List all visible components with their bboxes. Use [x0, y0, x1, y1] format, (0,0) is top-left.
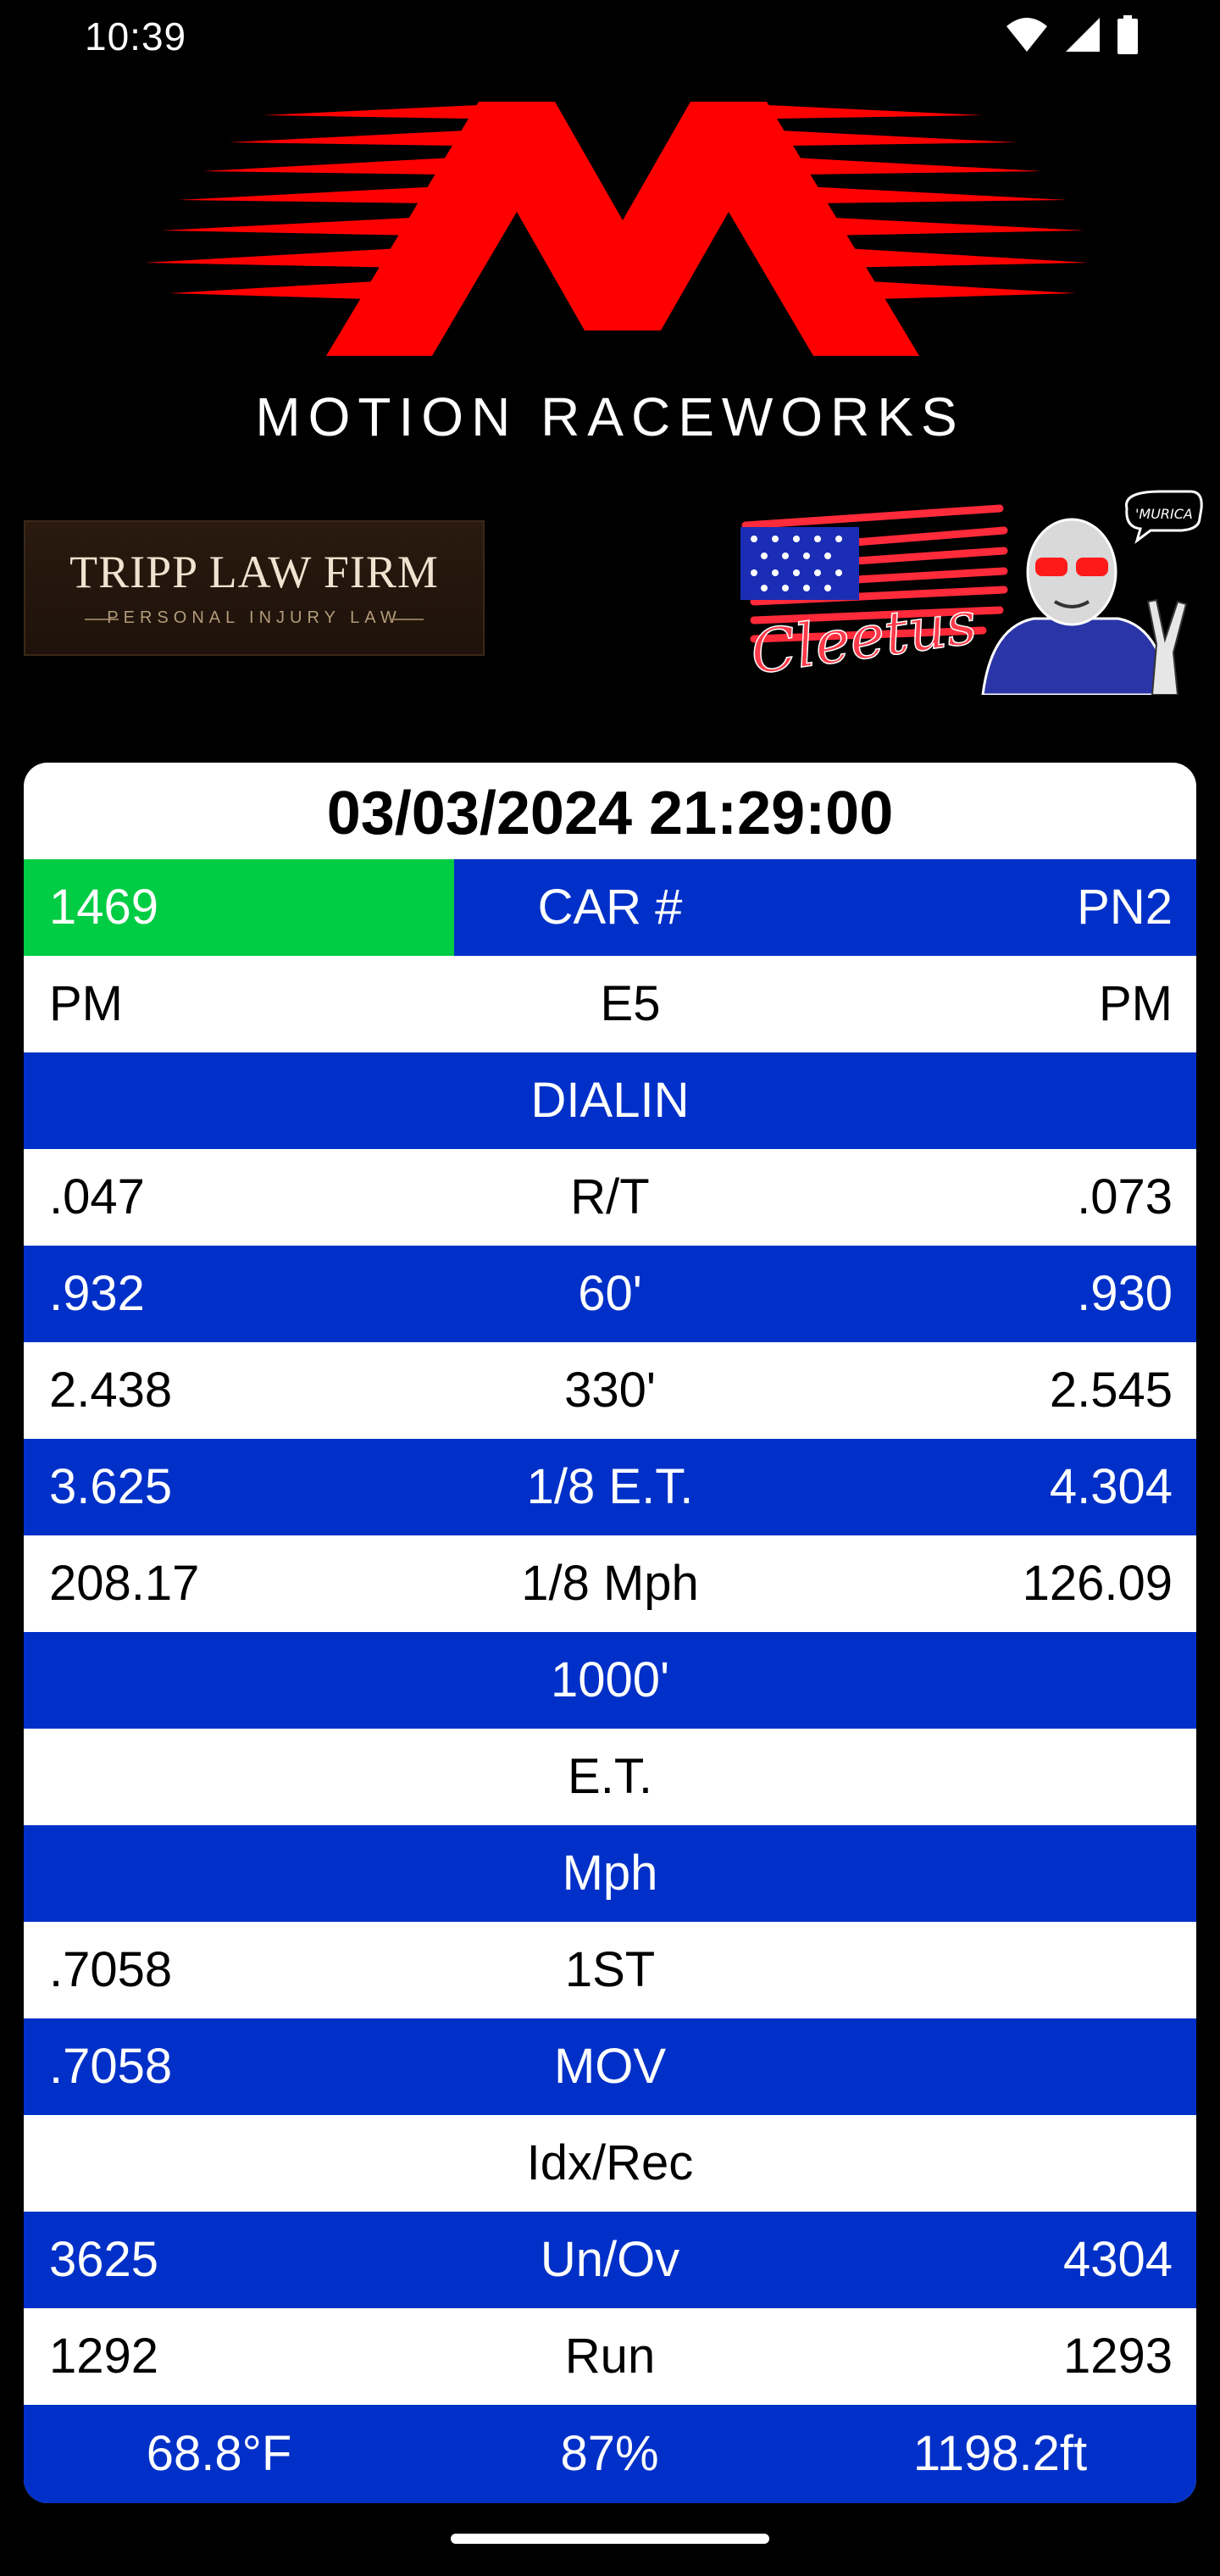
timeslip-datetime: 03/03/2024 21:29:00: [326, 780, 894, 847]
row-label: E5: [600, 976, 661, 1031]
row-60ft: .932 60' .930: [24, 1246, 1196, 1342]
battery-icon: [1117, 15, 1138, 54]
row-car-number: 1469 CAR # PN2: [24, 859, 1196, 956]
weather-footer: 68.8°F 87% 1198.2ft: [24, 2405, 1196, 2503]
row-label: 1/8 Mph: [521, 1556, 699, 1611]
tripp-law-firm-logo: TRIPP LAW FIRM PERSONAL INJURY LAW: [24, 520, 485, 656]
row-label: Un/Ov: [540, 2232, 680, 2287]
row-right-value: 4304: [1062, 2232, 1173, 2287]
row-mph: Mph: [24, 1825, 1196, 1922]
row-label: CAR #: [537, 880, 683, 935]
row-reaction-time: .047 R/T .073: [24, 1149, 1196, 1246]
row-label: Mph: [562, 1846, 658, 1901]
tripp-name: TRIPP LAW FIRM: [69, 547, 439, 597]
home-indicator[interactable]: [451, 2534, 769, 2544]
row-under-over: 3625 Un/Ov 4304: [24, 2212, 1196, 2308]
temperature: 68.8°F: [146, 2426, 292, 2481]
row-right-value: 1293: [1062, 2329, 1173, 2384]
row-label: 1/8 E.T.: [526, 1459, 694, 1514]
cell-signal-icon: [1066, 18, 1100, 52]
row-right-value: PN2: [1077, 880, 1173, 935]
row-right-value: 4.304: [1049, 1459, 1173, 1514]
row-label: E.T.: [568, 1749, 652, 1804]
row-right-value: 126.09: [1022, 1556, 1173, 1611]
row-label: 1ST: [564, 1942, 656, 1997]
row-label: MOV: [553, 2039, 667, 2094]
row-right-value: PM: [1099, 976, 1173, 1031]
status-bar: 10:39: [0, 0, 1220, 76]
row-label: Run: [564, 2329, 656, 2384]
altitude: 1198.2ft: [912, 2426, 1088, 2481]
row-label: 60': [578, 1266, 642, 1321]
status-icons: [1005, 15, 1139, 54]
row-label: 1000': [550, 1652, 670, 1707]
cleetus-logo: Cleetus 'MURICA: [740, 490, 1203, 695]
row-class: PM E5 PM: [24, 956, 1196, 1052]
row-right-value: 2.545: [1049, 1363, 1173, 1418]
row-run: 1292 Run 1293: [24, 2308, 1196, 2405]
wifi-icon: [1006, 18, 1047, 52]
row-et: E.T.: [24, 1729, 1196, 1825]
row-label: R/T: [570, 1169, 650, 1224]
timeslip-card: 03/03/2024 21:29:00 1469 CAR # PN2 PM E5…: [24, 763, 1196, 2503]
row-330ft: 2.438 330' 2.545: [24, 1342, 1196, 1439]
motion-raceworks-wordmark: MOTION RACEWORKS: [255, 386, 965, 447]
row-idx-rec: Idx/Rec: [24, 2115, 1196, 2212]
row-right-value: .930: [1077, 1266, 1173, 1321]
tripp-rule-right: [390, 619, 424, 620]
row-right-value: .073: [1077, 1169, 1173, 1224]
screen: 10:39 MOTION RACEWORKS TRIPP LAW FIRM PE…: [0, 0, 1220, 2576]
row-margin-of-victory: .7058 MOV: [24, 2018, 1196, 2115]
cleetus-bubble: 'MURICA: [1135, 506, 1193, 522]
row-label: 330': [564, 1363, 656, 1418]
status-time: 10:39: [85, 14, 187, 58]
row-1000ft: 1000': [24, 1632, 1196, 1729]
row-eighth-et: 3.625 1/8 E.T. 4.304: [24, 1439, 1196, 1535]
row-dialin: DIALIN: [24, 1052, 1196, 1149]
row-label: Idx/Rec: [526, 2135, 694, 2190]
row-eighth-mph: 208.17 1/8 Mph 126.09: [24, 1535, 1196, 1632]
row-label: DIALIN: [530, 1073, 690, 1128]
humidity: 87%: [560, 2426, 659, 2481]
row-first: .7058 1ST: [24, 1922, 1196, 2018]
